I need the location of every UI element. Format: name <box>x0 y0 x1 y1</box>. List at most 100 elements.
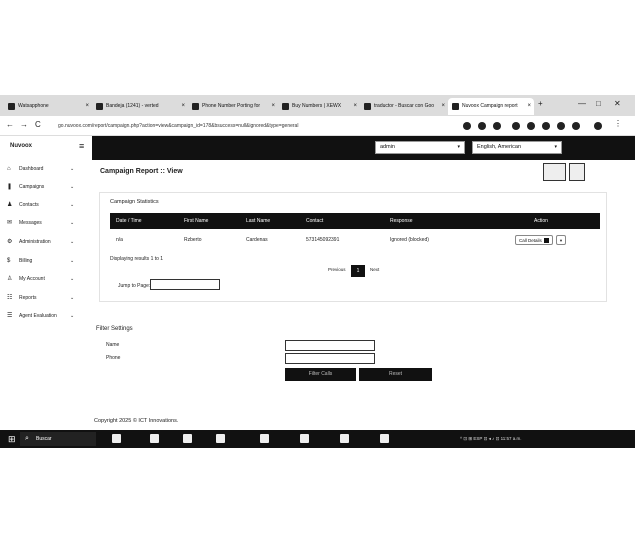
browser-tab[interactable]: Buy Numbers | XEWX × <box>278 98 360 115</box>
chevron-down-icon: ▾ <box>457 144 460 150</box>
sidebar-item-my-account[interactable]: ♙ My Account ⌄ <box>0 272 92 286</box>
cell-response: Ignored (blocked) <box>390 237 429 243</box>
tab-close-icon[interactable]: × <box>85 98 89 115</box>
evaluation-icon: ☰ <box>7 313 13 319</box>
profile-avatar[interactable] <box>594 122 602 130</box>
reload-icon[interactable]: C <box>35 120 41 129</box>
reports-icon: ☷ <box>7 295 13 301</box>
search-icon: ⌕ <box>25 435 29 442</box>
tab-label: Watsapphone <box>18 103 49 109</box>
browser-address-bar: ← → C go.nuvoox.com/report/campaign.php?… <box>0 116 635 136</box>
extension-icon[interactable] <box>512 122 520 130</box>
taskbar-app-icon[interactable] <box>216 434 225 443</box>
taskbar-search-placeholder: Buscar <box>36 436 52 442</box>
check-icon <box>543 238 549 244</box>
sidebar-item-campaigns[interactable]: ❚ Campaigns ⌄ <box>0 180 92 194</box>
taskbar-app-icon[interactable] <box>380 434 389 443</box>
forward-icon[interactable]: → <box>20 120 28 129</box>
menu-toggle-icon[interactable]: ≡ <box>79 141 84 151</box>
screen: Watsapphone × Bandeja (1241) - verted × … <box>0 95 635 453</box>
brand-logo[interactable]: Nuvoox <box>10 143 32 149</box>
next-page-button[interactable]: Next <box>370 267 379 272</box>
export-button[interactable] <box>543 163 566 181</box>
back-icon[interactable]: ← <box>6 120 14 129</box>
tab-close-icon[interactable]: × <box>181 98 185 115</box>
sidebar-item-label: Messages <box>19 220 42 226</box>
user-select[interactable]: admin ▾ <box>375 141 465 154</box>
name-label: Name <box>106 342 120 348</box>
sidebar-item-agent-evaluation[interactable]: ☰ Agent Evaluation ⌄ <box>0 309 92 323</box>
jump-to-page-label: Jump to Page: <box>118 283 151 289</box>
tab-close-icon[interactable]: × <box>353 98 357 115</box>
taskbar-app-icon[interactable] <box>260 434 269 443</box>
home-icon: ⌂ <box>7 166 11 172</box>
name-input[interactable] <box>285 340 375 351</box>
maximize-icon[interactable]: □ <box>596 99 601 108</box>
sidebar-item-billing[interactable]: $ Billing ⌄ <box>0 254 92 268</box>
extension-icon[interactable] <box>542 122 550 130</box>
taskbar-app-icon[interactable] <box>340 434 349 443</box>
search-icon[interactable] <box>478 122 486 130</box>
page-title: Campaign Report :: View <box>100 168 183 175</box>
browser-menu-icon[interactable]: ⋮ <box>614 119 622 128</box>
cell-contact: 573145092391 <box>306 237 340 243</box>
extension-icon[interactable] <box>463 122 471 130</box>
close-window-icon[interactable]: ✕ <box>614 99 621 108</box>
previous-page-button[interactable]: Previous <box>328 267 346 272</box>
tab-favicon-icon <box>282 103 289 110</box>
chevron-down-icon: ⌄ <box>70 202 75 208</box>
column-header: Date / Time <box>116 218 142 224</box>
sidebar-item-label: Dashboard <box>19 166 44 172</box>
browser-tab[interactable]: Bandeja (1241) - verted × <box>92 98 188 115</box>
bookmark-star-icon[interactable] <box>493 122 501 130</box>
sidebar-item-label: Administration <box>19 239 51 245</box>
taskbar-app-icon[interactable] <box>112 434 121 443</box>
current-page-button[interactable]: 1 <box>351 265 365 277</box>
cell-date: n/a <box>116 237 123 243</box>
card-title: Campaign Statistics <box>110 199 159 205</box>
column-header: Action <box>534 218 548 224</box>
action-dropdown-button[interactable]: ▾ <box>556 235 566 245</box>
sidebar-item-reports[interactable]: ☷ Reports ⌄ <box>0 291 92 305</box>
phone-label: Phone <box>106 355 121 361</box>
browser-tab[interactable]: Phone Number Porting for × <box>188 98 278 115</box>
reset-button[interactable]: Reset <box>359 368 432 381</box>
browser-tab[interactable]: Watsapphone × <box>4 98 92 115</box>
extension-icon[interactable] <box>527 122 535 130</box>
chevron-down-icon: ⌄ <box>70 258 75 264</box>
main-content: Campaign Report :: View Campaign Statist… <box>92 160 635 430</box>
chevron-down-icon: ⌄ <box>70 313 75 319</box>
sidebar-item-messages[interactable]: ✉ Messages ⌄ <box>0 216 92 230</box>
new-tab-button[interactable]: + <box>538 99 543 108</box>
gear-icon: ⚙ <box>7 239 13 245</box>
extension-icon[interactable] <box>557 122 565 130</box>
os-taskbar: ⊞ ⌕ Buscar ^ ⊡ ⊞ ESP ⊡ ◂ ♪ ⊡ 11:57 a.m. <box>0 430 635 448</box>
taskbar-app-icon[interactable] <box>183 434 192 443</box>
windows-start-icon[interactable]: ⊞ <box>8 433 16 445</box>
sidebar-item-contacts[interactable]: ♟ Contacts ⌄ <box>0 198 92 212</box>
system-tray[interactable]: ^ ⊡ ⊞ ESP ⊡ ◂ ♪ ⊡ 11:57 a.m. <box>460 430 522 448</box>
taskbar-app-icon[interactable] <box>150 434 159 443</box>
language-select[interactable]: English, American ▾ <box>472 141 562 154</box>
tab-close-icon[interactable]: × <box>271 98 275 115</box>
phone-input[interactable] <box>285 353 375 364</box>
taskbar-app-icon[interactable] <box>300 434 309 443</box>
filter-calls-button[interactable]: Filter Calls <box>285 368 356 381</box>
browser-tab[interactable]: traductor - Buscar con Goo × <box>360 98 448 115</box>
tab-close-icon[interactable]: × <box>441 98 445 115</box>
taskbar-search[interactable]: ⌕ Buscar <box>20 432 96 446</box>
tab-close-icon[interactable]: × <box>527 98 531 115</box>
extension-icon[interactable] <box>572 122 580 130</box>
sidebar-item-administration[interactable]: ⚙ Administration ⌄ <box>0 235 92 249</box>
contacts-icon: ♟ <box>7 202 13 208</box>
chevron-down-icon: ⌄ <box>70 220 75 226</box>
column-header: Response <box>390 218 413 224</box>
url-field[interactable]: go.nuvoox.com/report/campaign.php?action… <box>58 120 418 132</box>
call-details-button[interactable]: Call Details <box>515 235 553 245</box>
browser-tab-active[interactable]: Nuvoox Campaign report × <box>448 98 534 115</box>
sidebar-item-dashboard[interactable]: ⌂ Dashboard ⌄ <box>0 162 92 176</box>
column-header: First Name <box>184 218 209 224</box>
minimize-icon[interactable]: — <box>578 99 586 108</box>
jump-to-page-input[interactable] <box>150 279 220 290</box>
export-button[interactable] <box>569 163 585 181</box>
